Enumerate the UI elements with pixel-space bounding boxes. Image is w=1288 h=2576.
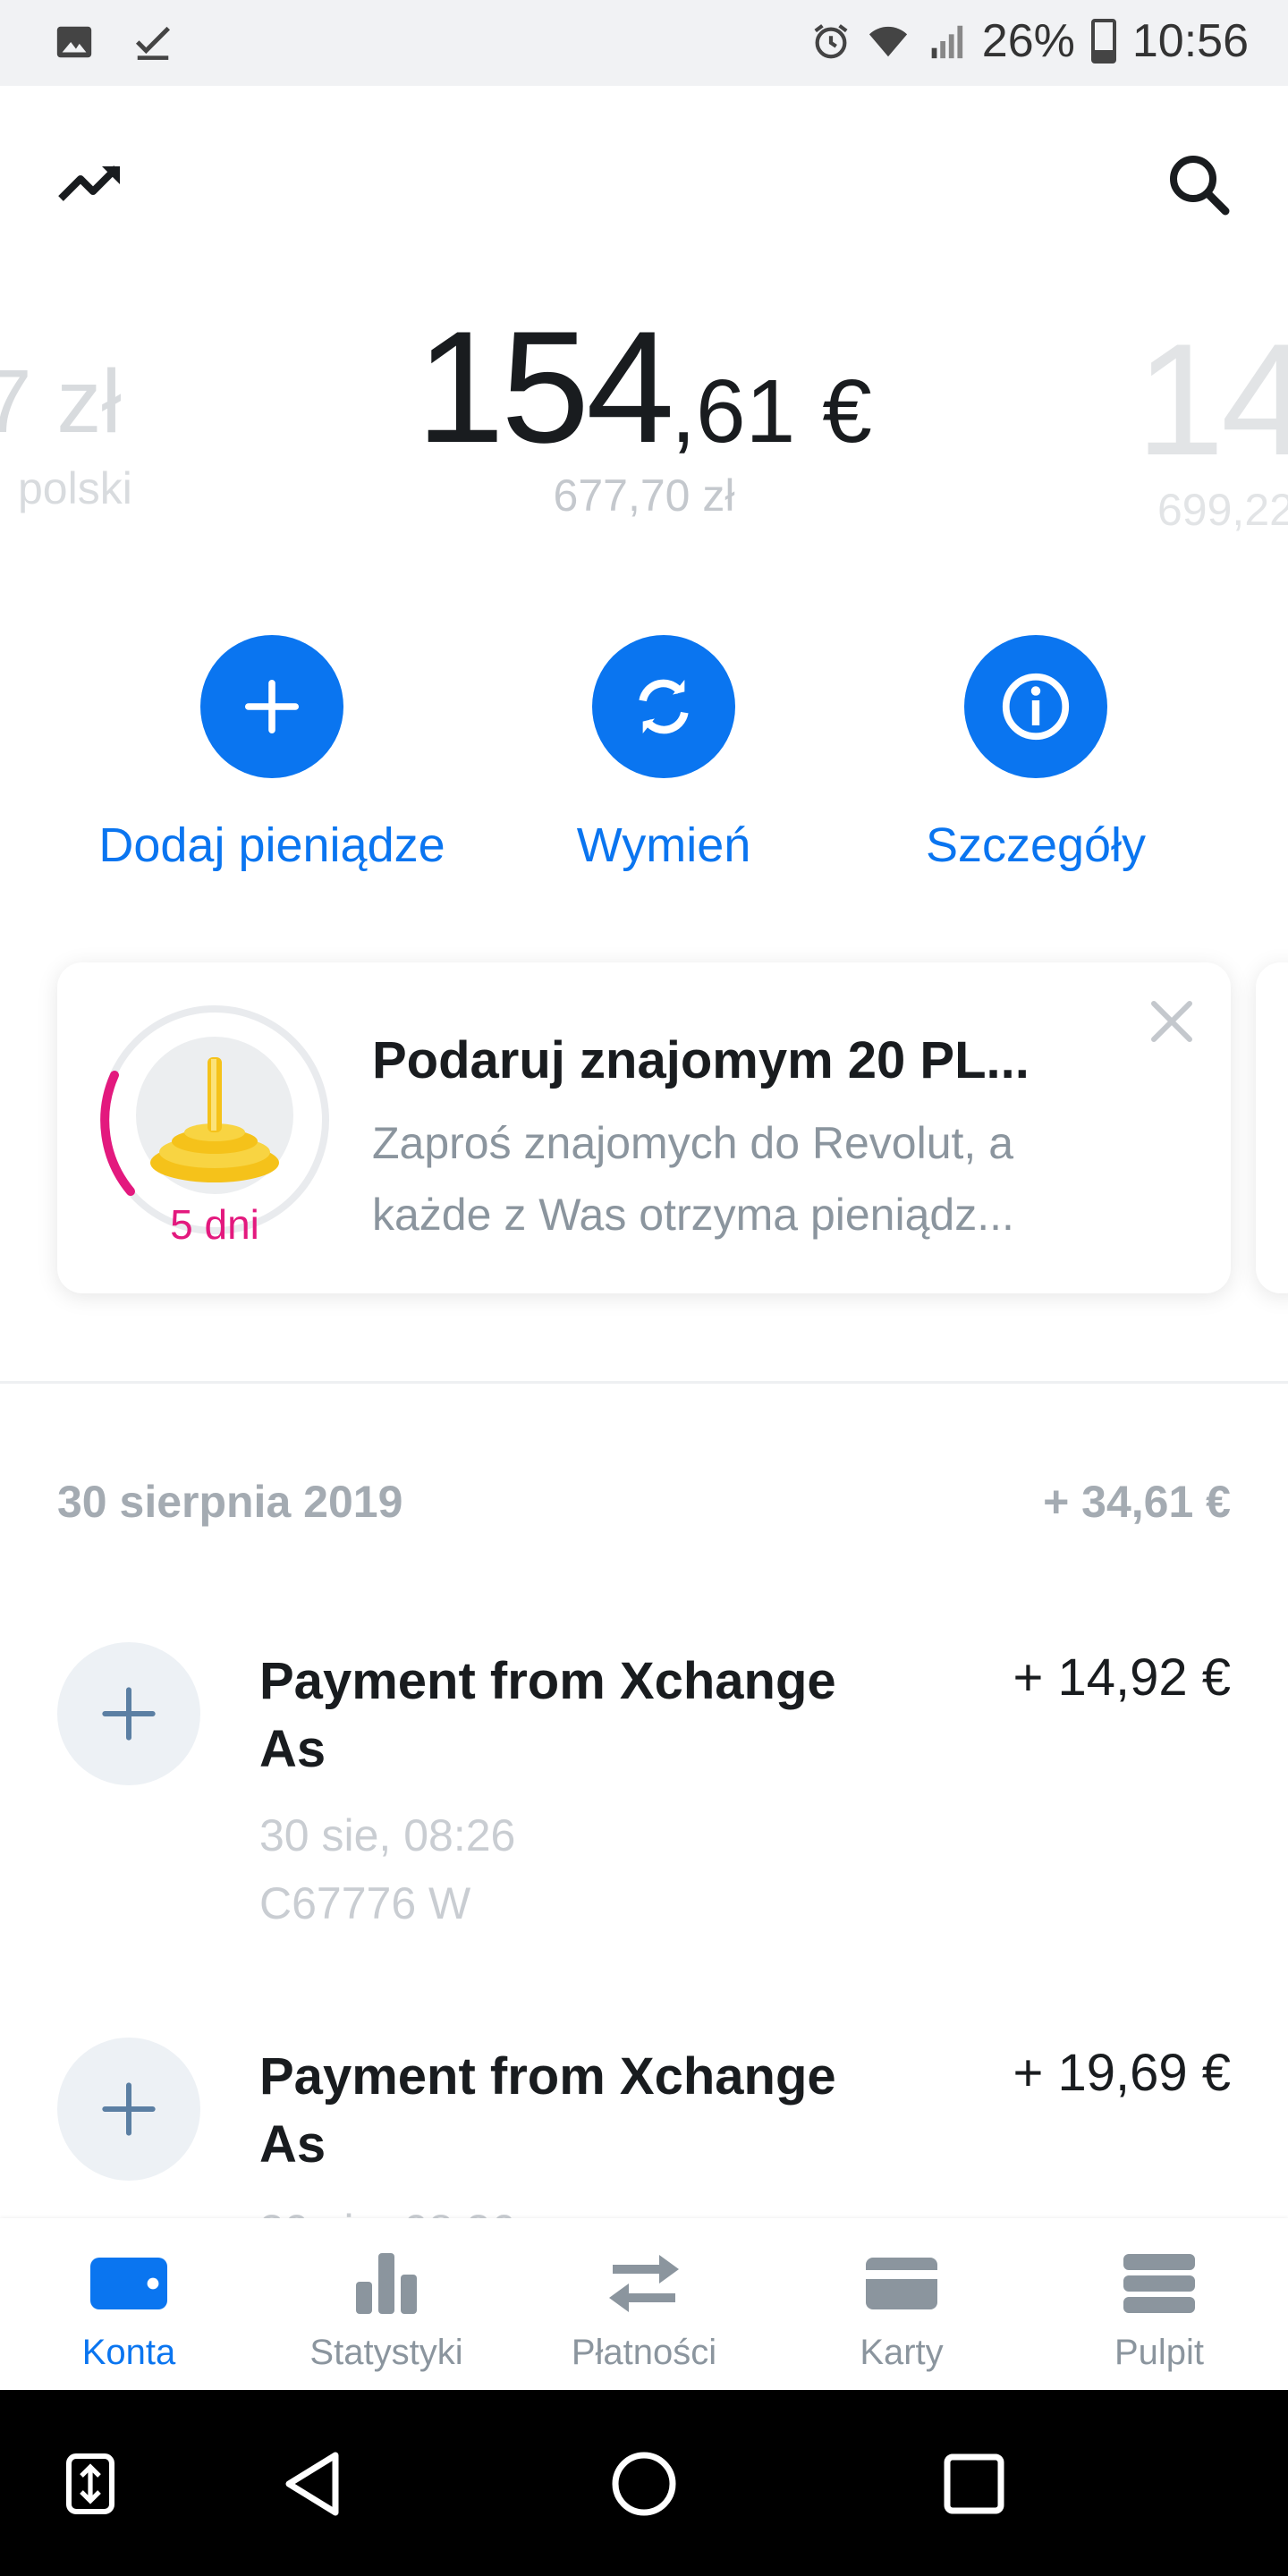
next-promo-card-peek[interactable] <box>1256 962 1288 1293</box>
add-money-label: Dodaj pieniądze <box>98 818 445 872</box>
nav-item-pulpit[interactable]: Pulpit <box>1030 2243 1288 2373</box>
wallet-icon <box>90 2258 167 2309</box>
nav-item-karty[interactable]: Karty <box>773 2243 1030 2373</box>
plus-icon <box>244 679 300 734</box>
alarm-icon <box>814 24 848 59</box>
nav-item-platnosci[interactable]: Płatności <box>515 2243 773 2373</box>
quick-actions: Dodaj pieniądze Wymień Szczegóły <box>0 635 1288 886</box>
transaction-amount: + 14,92 € <box>1013 1648 1232 1707</box>
close-icon[interactable] <box>1145 995 1199 1048</box>
transaction-meta: 30 sie, 08:26 <box>259 2197 515 2218</box>
wifi-icon <box>869 26 907 57</box>
exchange-circle[interactable] <box>592 635 735 778</box>
transaction-time: 30 sie, 08:26 <box>259 2197 515 2218</box>
balance-converted: 677,70 zł <box>553 470 735 521</box>
check-icon <box>135 26 171 60</box>
image-icon <box>56 26 92 58</box>
transaction-meta: 30 sie, 08:26 C67776 W <box>259 1801 515 1937</box>
transactions-list: Payment from Xchange As + 14,92 € 30 sie… <box>0 1395 1288 2218</box>
swap-apps-button[interactable] <box>50 2444 131 2524</box>
status-bar: 26% 10:56 <box>0 0 1288 86</box>
transaction-title: Payment from Xchange As <box>259 1652 836 1778</box>
nav-label-platnosci: Płatności <box>571 2333 717 2372</box>
clock-time: 10:56 <box>1131 15 1249 67</box>
transaction-reference: C67776 W <box>259 1878 471 1928</box>
info-icon <box>1002 673 1070 741</box>
balance-integer: 154 <box>416 298 674 476</box>
transfer-arrows-icon <box>609 2255 679 2312</box>
nav-item-konta[interactable]: Konta <box>0 2243 258 2373</box>
plus-icon <box>102 2082 156 2136</box>
back-triangle-icon <box>285 2452 339 2516</box>
signal-icon <box>931 25 962 59</box>
back-button[interactable] <box>274 2444 354 2524</box>
nav-item-statystyki[interactable]: Statystyki <box>258 2243 515 2373</box>
transaction-icon-circle <box>57 2038 200 2181</box>
next-account-converted: 699,22 <box>1157 485 1288 535</box>
transaction-icon-circle <box>57 1642 200 1785</box>
details-circle[interactable] <box>964 635 1107 778</box>
balance-decimal: ,61 <box>671 361 796 462</box>
nav-label-konta: Konta <box>81 2333 176 2372</box>
balance-currency: € <box>822 361 872 462</box>
promo-description: Zaproś znajomych do Revolut, a każde z W… <box>372 1118 1014 1240</box>
next-account-amount: 14 <box>1136 310 1288 488</box>
balance-carousel[interactable]: 7 zł polski 154,61 € 677,70 zł 14 699,22 <box>0 295 1288 537</box>
plus-icon <box>102 1687 156 1741</box>
details-label: Szczegóły <box>925 818 1147 872</box>
main-balance: 154,61 € 677,70 zł <box>0 295 1288 521</box>
bottom-navigation: Konta Statystyki Płatności Karty Pulpit <box>0 2218 1288 2390</box>
add-money-circle[interactable] <box>200 635 343 778</box>
app-header <box>0 86 1288 274</box>
transaction-time: 30 sie, 08:26 <box>259 1810 516 1860</box>
home-circle-icon <box>612 2452 676 2516</box>
recents-square-icon <box>944 2453 1004 2514</box>
promo-title: Podaruj znajomym 20 PL... <box>372 1031 1030 1089</box>
trend-icon[interactable] <box>55 156 127 209</box>
dashboard-icon <box>1123 2254 1195 2313</box>
battery-icon <box>1090 19 1116 64</box>
exchange-button[interactable]: Wymień <box>458 635 869 873</box>
transaction-amount: + 19,69 € <box>1013 2044 1232 2102</box>
referral-promo-card[interactable]: 5 dni Podaruj znajomym 20 PL... Zaproś z… <box>57 962 1231 1293</box>
nav-label-karty: Karty <box>860 2333 944 2372</box>
add-money-button[interactable]: Dodaj pieniądze <box>66 635 478 873</box>
exchange-label: Wymień <box>576 818 751 872</box>
swap-icon <box>66 2453 114 2514</box>
system-navigation-bar <box>0 2390 1288 2576</box>
search-icon[interactable] <box>1163 148 1234 220</box>
balance-amount: 154,61 € <box>0 295 1288 479</box>
home-button[interactable] <box>604 2444 684 2524</box>
bar-chart-icon <box>356 2253 417 2314</box>
card-icon <box>866 2258 937 2309</box>
recents-button[interactable] <box>934 2444 1014 2524</box>
exchange-icon <box>639 679 689 734</box>
details-button[interactable]: Szczegóły <box>830 635 1241 873</box>
transaction-title: Payment from Xchange As <box>259 2047 836 2174</box>
nav-label-pulpit: Pulpit <box>1114 2333 1205 2372</box>
nav-label-statystyki: Statystyki <box>309 2333 463 2372</box>
next-account-balance[interactable]: 14 699,22 <box>1136 308 1288 536</box>
battery-percent: 26% <box>981 15 1075 67</box>
promo-days-left: 5 dni <box>170 1201 259 1248</box>
section-divider <box>0 1381 1288 1384</box>
